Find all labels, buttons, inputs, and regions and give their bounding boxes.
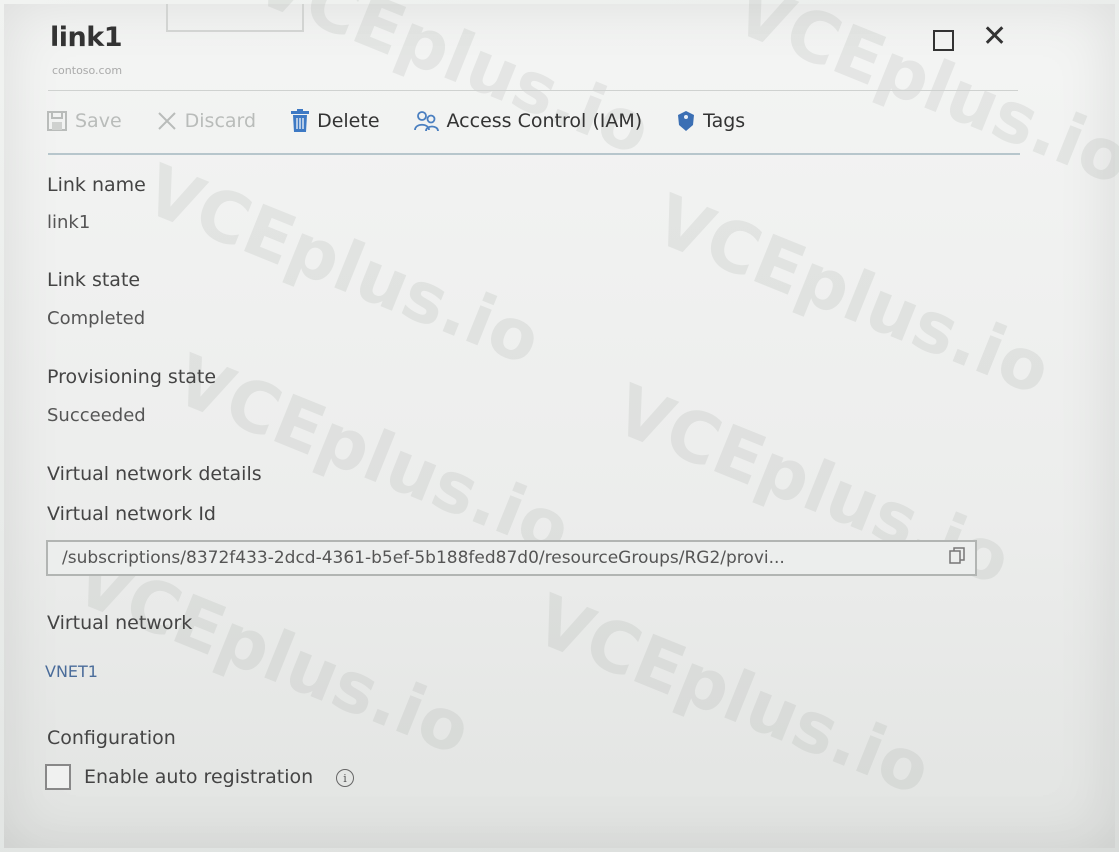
header-divider [48, 90, 1018, 91]
save-icon [46, 110, 68, 132]
link-state-label: Link state [47, 269, 141, 291]
close-icon[interactable]: ✕ [982, 22, 1007, 52]
trash-icon [290, 109, 310, 133]
vnet-id-value[interactable]: /subscriptions/8372f433-2dcd-4361-b5ef-5… [48, 548, 939, 568]
vnet-id-field[interactable]: /subscriptions/8372f433-2dcd-4361-b5ef-5… [46, 540, 977, 576]
access-control-label: Access Control (IAM) [446, 110, 643, 132]
vnet-label: Virtual network [47, 612, 193, 634]
link-name-label: Link name [47, 174, 146, 196]
delete-button[interactable]: Delete [290, 109, 380, 133]
link-state-value: Completed [47, 308, 146, 329]
watermark: VCEplus.io [523, 578, 942, 812]
auto-registration-label[interactable]: Enable auto registration [84, 766, 313, 788]
command-bar: Save Discard Delete Access Control (IAM)… [46, 104, 779, 138]
discard-x-icon [156, 110, 178, 132]
info-icon[interactable]: i [336, 769, 354, 787]
watermark: VCEplus.io [243, 0, 662, 172]
vnet-id-label: Virtual network Id [47, 503, 216, 525]
command-bar-divider [48, 153, 1020, 155]
people-icon [413, 110, 440, 132]
tags-label: Tags [703, 110, 746, 132]
background-tab-outline [166, 4, 304, 32]
vnet-details-heading: Virtual network details [47, 463, 262, 485]
watermark: VCEplus.io [723, 0, 1119, 202]
discard-button[interactable]: Discard [156, 110, 256, 132]
watermark: VCEplus.io [133, 148, 552, 382]
provisioning-state-value: Succeeded [47, 405, 146, 426]
save-button[interactable]: Save [46, 110, 122, 132]
link-name-value: link1 [47, 212, 91, 233]
blade-panel: VCEplus.io VCEplus.io VCEplus.io VCEplus… [4, 0, 1119, 848]
access-control-button[interactable]: Access Control (IAM) [413, 110, 643, 132]
vnet-link[interactable]: VNET1 [45, 662, 98, 681]
tags-button[interactable]: Tags [676, 110, 745, 132]
save-label: Save [75, 110, 122, 132]
provisioning-state-label: Provisioning state [47, 366, 217, 388]
delete-label: Delete [317, 110, 380, 132]
auto-registration-checkbox[interactable] [45, 764, 71, 790]
page-subtitle: contoso.com [52, 64, 123, 77]
page-title: link1 [50, 22, 122, 53]
configuration-heading: Configuration [47, 727, 176, 749]
copy-button[interactable] [939, 542, 975, 574]
tag-icon [676, 110, 696, 132]
discard-label: Discard [184, 110, 257, 132]
watermark: VCEplus.io [643, 178, 1062, 412]
maximize-icon[interactable] [933, 30, 954, 51]
watermark: VCEplus.io [163, 338, 582, 572]
copy-icon [949, 547, 965, 569]
